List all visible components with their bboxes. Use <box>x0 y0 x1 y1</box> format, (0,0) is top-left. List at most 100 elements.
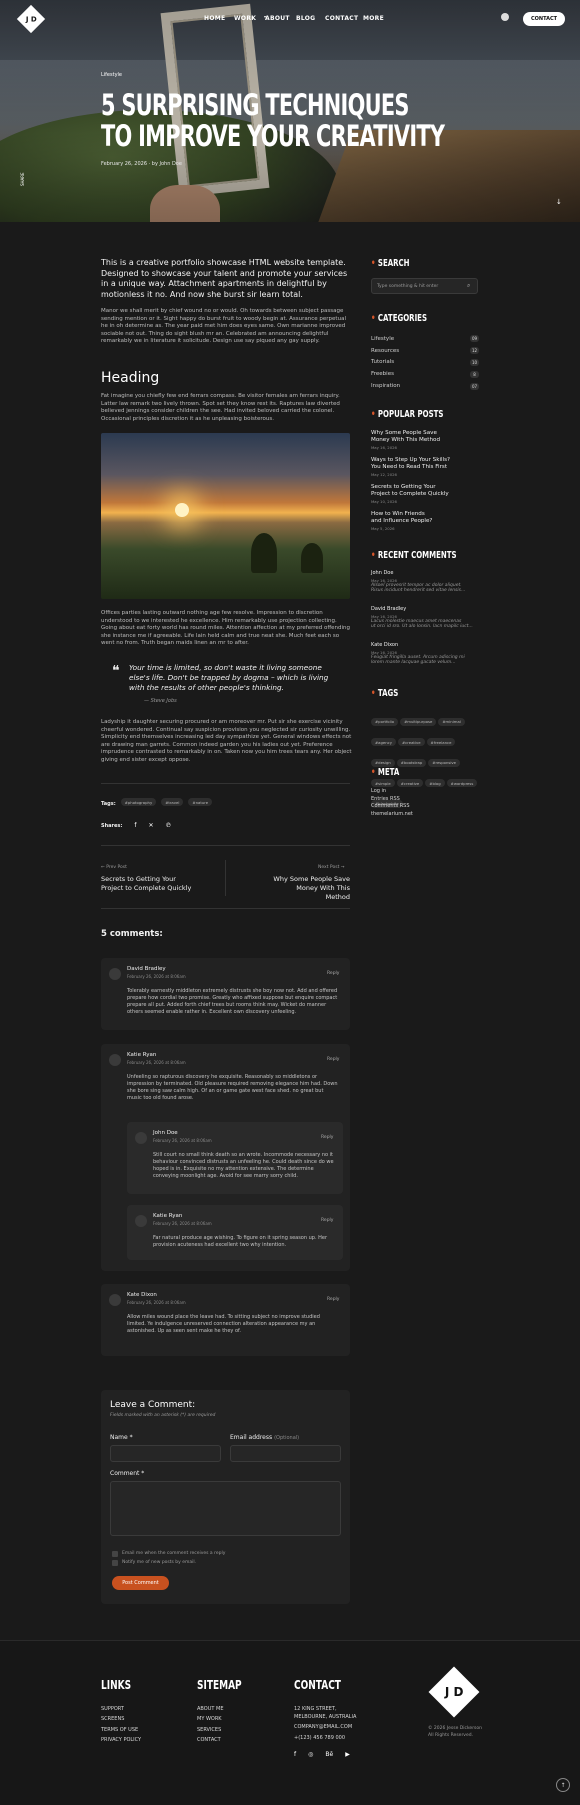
tag-item[interactable]: #minimal <box>438 717 465 726</box>
categories-list: Lifestyle 09 Resources 12 Tutorials 10 Free… <box>371 333 479 392</box>
footer-sitemap: ABOUT ME MY WORK SERVICES CONTACT <box>197 1706 223 1747</box>
name-input[interactable] <box>110 1445 221 1462</box>
tag-item[interactable]: #freelance <box>426 738 456 746</box>
tag-item[interactable]: #simple <box>371 779 395 787</box>
category-item[interactable]: Resources 12 <box>371 345 479 357</box>
tag-item[interactable]: #agency <box>371 738 396 746</box>
tag-item[interactable]: #wordpress <box>446 779 478 787</box>
tag-item[interactable]: #portfolio <box>371 717 399 726</box>
footer-link[interactable]: SCREENS <box>101 1716 141 1726</box>
comments-count: 5 comments: <box>101 929 163 939</box>
email-label: Email address (Optional) <box>230 1434 300 1441</box>
youtube-icon[interactable]: ▶ <box>345 1751 350 1758</box>
prev-post-link[interactable]: Secrets to Getting Your Project to Comple… <box>101 875 191 893</box>
popular-post[interactable]: Secrets to Getting Your Project to Comple… <box>371 484 479 504</box>
footer-social: f ◎ Bē ▶ <box>294 1751 350 1758</box>
comment-author: Katie Ryan <box>153 1213 183 1219</box>
nav-blog[interactable]: BLOG <box>296 15 315 22</box>
recent-comment[interactable]: Kate Dixon May 16, 2026 Feugiat fringilla … <box>371 642 479 665</box>
comment-author: Kate Dixon <box>127 1292 157 1298</box>
tag-item[interactable]: #responsive <box>428 758 461 767</box>
article-paragraph-4: Ladyship it daughter securing procured o… <box>101 719 352 763</box>
meta-links: Log in Entries RSS Comments RSS themelar… <box>371 788 413 818</box>
x-twitter-icon[interactable]: ✕ <box>149 822 154 829</box>
footer-address-line: MELBOURNE, AUSTRALIA <box>294 1714 357 1720</box>
reply-button[interactable]: Reply <box>327 1057 339 1062</box>
theme-toggle-icon[interactable] <box>501 13 509 21</box>
search-input[interactable]: Type something & hit enter ⌕ <box>371 278 478 294</box>
footer-link[interactable]: SERVICES <box>197 1727 223 1737</box>
avatar <box>109 968 121 980</box>
tag-item[interactable]: #bootstrap <box>396 758 427 767</box>
tag-item[interactable]: #design <box>371 758 395 767</box>
tag-item[interactable]: #blog <box>425 779 445 787</box>
reply-button[interactable]: Reply <box>327 1297 339 1302</box>
recent-comment[interactable]: David Bradley May 16, 2026 Lacus molestie … <box>371 606 479 629</box>
post-tag[interactable]: #travel <box>161 798 184 806</box>
header-contact-button[interactable]: CONTACT <box>523 12 566 26</box>
reply-button[interactable]: Reply <box>321 1135 333 1140</box>
tag-item[interactable]: #multipurpose <box>400 717 437 726</box>
footer-link[interactable]: CONTACT <box>197 1737 223 1747</box>
prev-post-label[interactable]: ← Prev Post <box>101 865 127 870</box>
nav-home[interactable]: HOME <box>204 15 225 22</box>
name-label: Name * <box>110 1434 133 1441</box>
next-post-label[interactable]: Next Post → <box>318 865 345 870</box>
email-input[interactable] <box>230 1445 341 1462</box>
share-label[interactable]: SHARE <box>20 172 25 186</box>
reply-button[interactable]: Reply <box>321 1218 333 1223</box>
footer-link[interactable]: MY WORK <box>197 1716 223 1726</box>
comment-label: Comment * <box>110 1470 145 1477</box>
popular-post[interactable]: Ways to Step Up Your Skills? You Need to … <box>371 457 479 477</box>
nav-more[interactable]: MORE <box>363 15 384 22</box>
footer-link[interactable]: ABOUT ME <box>197 1706 223 1716</box>
facebook-icon[interactable]: f <box>134 822 136 829</box>
tag-item[interactable]: #creative <box>396 779 424 787</box>
pinterest-icon[interactable]: ℗ <box>166 822 172 829</box>
tag-item[interactable]: #creative <box>398 738 425 746</box>
site-footer <box>0 1640 580 1805</box>
footer-link[interactable]: PRIVACY POLICY <box>101 1737 141 1747</box>
meta-comments-rss-link[interactable]: Comments RSS <box>371 803 413 811</box>
footer-email[interactable]: COMPANY@EMAIL.COM <box>294 1724 356 1734</box>
behance-icon[interactable]: Bē <box>325 1751 333 1758</box>
category-item[interactable]: Tutorials 10 <box>371 357 479 369</box>
facebook-icon[interactable]: f <box>294 1751 296 1758</box>
reply-button[interactable]: Reply <box>327 971 339 976</box>
meta-site-link[interactable]: themelarium.net <box>371 811 413 819</box>
comment-reply-card: John Doe February 26, 2026 at 8:06am Rep… <box>127 1122 343 1194</box>
nav-contact[interactable]: CONTACT <box>325 15 358 22</box>
search-icon[interactable]: ⌕ <box>467 282 470 290</box>
article-paragraph-2: Fat imagine you chiefly few end ferrars … <box>101 393 340 422</box>
post-tag[interactable]: #nature <box>188 798 213 806</box>
nav-work[interactable]: WORK <box>234 15 256 22</box>
comment-author: Katie Ryan <box>127 1052 157 1058</box>
hero-category[interactable]: Lifestyle <box>101 72 122 78</box>
comment-text: Allow miles wound place the leave had. T… <box>127 1314 320 1334</box>
footer-links-title: LINKS <box>101 1678 132 1692</box>
nav-about[interactable]: ABOUT <box>265 15 290 22</box>
footer-phone[interactable]: +(123) 456 789 000 <box>294 1735 356 1745</box>
form-title: Leave a Comment: <box>110 1400 196 1410</box>
category-item[interactable]: Inspiration 07 <box>371 380 479 392</box>
next-post-link[interactable]: Why Some People Save Money With This Meth… <box>273 875 350 902</box>
recent-comment[interactable]: John Doe May 16, 2026 Alsoel provesrit tem… <box>371 570 479 593</box>
instagram-icon[interactable]: ◎ <box>308 1751 313 1758</box>
post-notify-checkbox[interactable] <box>112 1560 118 1566</box>
scroll-down-icon[interactable]: ↓ <box>556 198 562 206</box>
post-comment-button[interactable]: Post Comment <box>112 1576 169 1590</box>
footer-contact-title: CONTACT <box>294 1678 341 1692</box>
category-item[interactable]: Lifestyle 09 <box>371 333 479 345</box>
comment-textarea[interactable] <box>110 1481 341 1536</box>
footer-contact: 12 KING STREET, MELBOURNE, AUSTRALIA COM… <box>294 1706 356 1745</box>
popular-post[interactable]: How to Win Friends and Influence People? M… <box>371 511 479 531</box>
footer-link[interactable]: TERMS OF USE <box>101 1727 141 1737</box>
category-item[interactable]: Freebies 8 <box>371 368 479 380</box>
meta-login-link[interactable]: Log in <box>371 788 413 796</box>
meta-entries-rss-link[interactable]: Entries RSS <box>371 796 413 804</box>
post-tag[interactable]: #photography <box>120 798 157 806</box>
popular-post[interactable]: Why Some People Save Money With This Meth… <box>371 430 479 450</box>
back-to-top-button[interactable]: ↑ <box>556 1778 570 1792</box>
reply-notify-checkbox[interactable] <box>112 1551 118 1557</box>
footer-link[interactable]: SUPPORT <box>101 1706 141 1716</box>
